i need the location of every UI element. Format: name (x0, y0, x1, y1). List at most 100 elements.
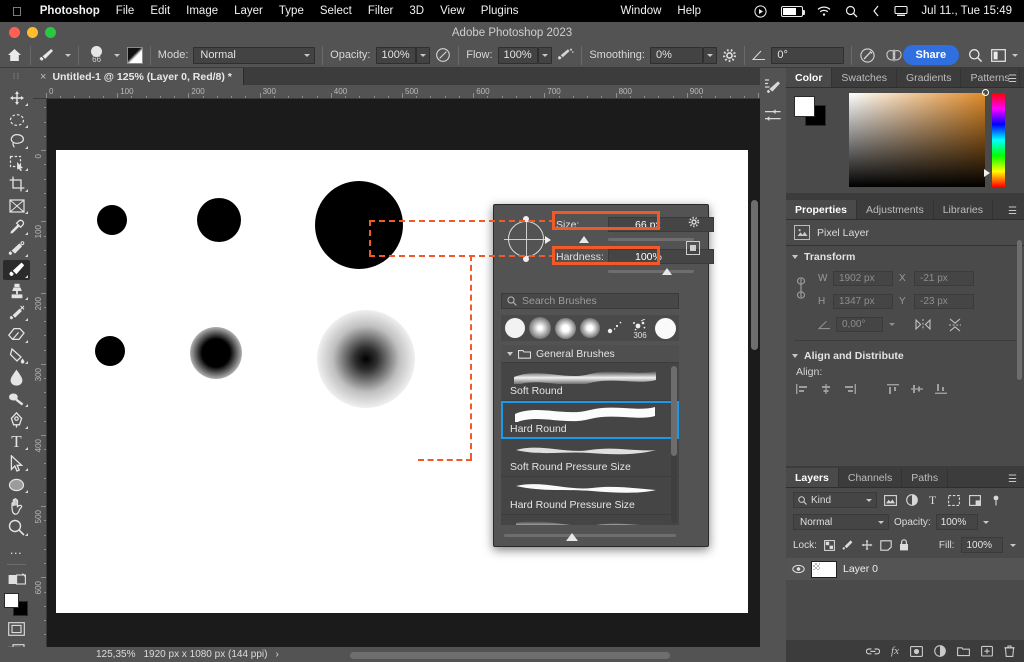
opacity-input[interactable]: 100% (376, 47, 416, 64)
recent-brush-soft-round-2[interactable] (553, 316, 577, 340)
tab-adjustments[interactable]: Adjustments (857, 200, 934, 219)
layer-style-fx-icon[interactable]: fx (891, 645, 899, 657)
layer-opacity-input[interactable]: 100% (936, 514, 978, 530)
filter-toggle-icon[interactable] (988, 493, 1003, 507)
sidebar-item-elliptical-marquee-tool[interactable] (3, 109, 30, 129)
toolbar-drag-handle[interactable]: ⁝⁝ (0, 68, 33, 85)
brush-tool-preset[interactable] (38, 47, 71, 64)
tab-libraries[interactable]: Libraries (934, 200, 993, 219)
document-tab[interactable]: × Untitled-1 @ 125% (Layer 0, Red/8) * (33, 68, 244, 85)
quick-mask-icon[interactable] (3, 569, 30, 589)
sidebar-item-brush-tool[interactable] (3, 260, 30, 280)
chevron-down-icon[interactable] (507, 352, 513, 356)
add-layer-mask-icon[interactable] (910, 646, 923, 657)
color-field-cursor[interactable] (982, 89, 989, 96)
sidebar-item-move-tool[interactable] (3, 88, 30, 108)
tab-swatches[interactable]: Swatches (832, 68, 897, 87)
opacity-dropdown[interactable] (416, 47, 430, 64)
menu-3d[interactable]: 3D (401, 5, 432, 17)
angle-handle-right[interactable] (545, 236, 551, 244)
chevron-down-icon[interactable] (114, 54, 120, 57)
screen-mode-icon[interactable] (3, 619, 30, 639)
control-center-icon[interactable] (747, 5, 774, 18)
align-center-horizontal-icon[interactable] (820, 384, 832, 394)
brush-list-item-soft-round[interactable]: Soft Round (501, 363, 679, 401)
sidebar-item-ellipse-shape-tool[interactable] (3, 474, 30, 494)
chevron-down-icon[interactable] (983, 521, 989, 524)
menu-view[interactable]: View (432, 5, 473, 17)
sidebar-item-frame-tool[interactable] (3, 195, 30, 215)
filter-shape-icon[interactable] (946, 493, 961, 507)
chevron-down-icon[interactable] (792, 354, 798, 358)
canvas-vertical-scrollbar[interactable] (751, 200, 758, 350)
sidebar-item-path-selection-tool[interactable] (3, 453, 30, 473)
chevron-down-icon[interactable] (65, 54, 71, 57)
chevron-right-icon[interactable]: › (275, 649, 278, 660)
smoothing-dropdown[interactable] (703, 47, 717, 64)
panel-menu-icon[interactable]: ☰ (1008, 74, 1018, 85)
color-picker-body[interactable] (786, 88, 1024, 193)
layer-row-layer-0[interactable]: Layer 0 (786, 558, 1024, 580)
lock-position-icon[interactable] (861, 539, 873, 551)
brush-settings-panel-icon[interactable] (127, 47, 143, 64)
sidebar-item-crop-tool[interactable] (3, 174, 30, 194)
filter-pixel-icon[interactable] (883, 493, 898, 507)
brush-size-slider-knob[interactable] (579, 236, 589, 243)
menu-bar-clock[interactable]: Jul 11., Tue 15:49 (915, 5, 1016, 17)
lock-all-icon[interactable] (899, 539, 909, 551)
sidebar-item-history-brush-tool[interactable] (3, 303, 30, 323)
flow-dropdown[interactable] (538, 47, 552, 64)
tab-color[interactable]: Color (786, 68, 832, 87)
sidebar-item-hand-tool[interactable] (3, 496, 30, 516)
width-input[interactable]: 1902 px (833, 271, 893, 286)
brush-list-item-hard-round-pressure-size[interactable]: Hard Round Pressure Size (501, 477, 679, 515)
sidebar-item-zoom-tool[interactable] (3, 517, 30, 537)
eye-icon[interactable] (792, 564, 805, 574)
brush-list-item-hard-round[interactable]: Hard Round (501, 401, 679, 439)
align-distribute-section-header[interactable]: Align and Distribute (786, 345, 1024, 366)
align-left-icon[interactable] (796, 384, 808, 394)
y-input[interactable]: -23 px (914, 294, 974, 309)
new-group-icon[interactable] (957, 646, 970, 657)
tab-gradients[interactable]: Gradients (897, 68, 962, 87)
recent-brush-soft-round-3[interactable] (578, 316, 602, 340)
lock-artboard-nesting-icon[interactable] (880, 540, 892, 551)
layer-thumbnail[interactable] (811, 561, 837, 578)
hue-slider[interactable] (992, 93, 1005, 187)
brush-list-bottom-slider-knob[interactable] (566, 533, 578, 541)
canvas-horizontal-scrollbar[interactable] (350, 652, 670, 659)
chevron-down-icon[interactable] (1010, 544, 1016, 547)
wifi-icon[interactable] (810, 6, 838, 17)
home-icon[interactable] (6, 45, 23, 65)
delete-layer-icon[interactable] (1004, 645, 1015, 657)
pressure-opacity-icon[interactable] (435, 47, 451, 63)
link-layers-icon[interactable] (866, 646, 880, 657)
brush-angle-icon[interactable] (752, 49, 766, 61)
workspace-switcher-icon[interactable] (991, 49, 1006, 62)
chevron-down-icon[interactable] (889, 323, 895, 326)
menu-image[interactable]: Image (178, 5, 226, 17)
new-adjustment-layer-icon[interactable] (934, 645, 946, 657)
sidebar-item-eyedropper-tool[interactable] (3, 217, 30, 237)
filter-type-icon[interactable]: T (925, 493, 940, 507)
foreground-background-color[interactable] (4, 593, 30, 613)
menu-file[interactable]: File (108, 5, 143, 17)
brush-list-item-partial[interactable] (501, 515, 679, 525)
flip-horizontal-icon[interactable] (915, 318, 931, 331)
tab-channels[interactable]: Channels (839, 468, 902, 487)
brush-angle-input[interactable]: 0° (771, 47, 844, 64)
blend-mode-select[interactable]: Normal (193, 47, 315, 64)
brush-picker-settings-gear-icon[interactable] (688, 216, 700, 228)
new-layer-icon[interactable] (981, 645, 993, 657)
airbrush-icon[interactable] (557, 47, 574, 63)
sidebar-item-pen-tool[interactable] (3, 410, 30, 430)
recent-brush-hard-round[interactable] (503, 316, 527, 340)
menu-plugins[interactable]: Plugins (473, 5, 527, 17)
sidebar-item-clone-stamp-tool[interactable] (3, 281, 30, 301)
menu-layer[interactable]: Layer (226, 5, 271, 17)
color-gradient-field[interactable] (849, 93, 985, 187)
recent-brush-kyle-spatter[interactable]: 306 (628, 316, 652, 340)
horizontal-ruler[interactable]: 0100200300400500600700800900100011001200… (33, 85, 760, 99)
menu-help[interactable]: Help (669, 5, 709, 17)
close-icon[interactable]: × (40, 71, 46, 83)
